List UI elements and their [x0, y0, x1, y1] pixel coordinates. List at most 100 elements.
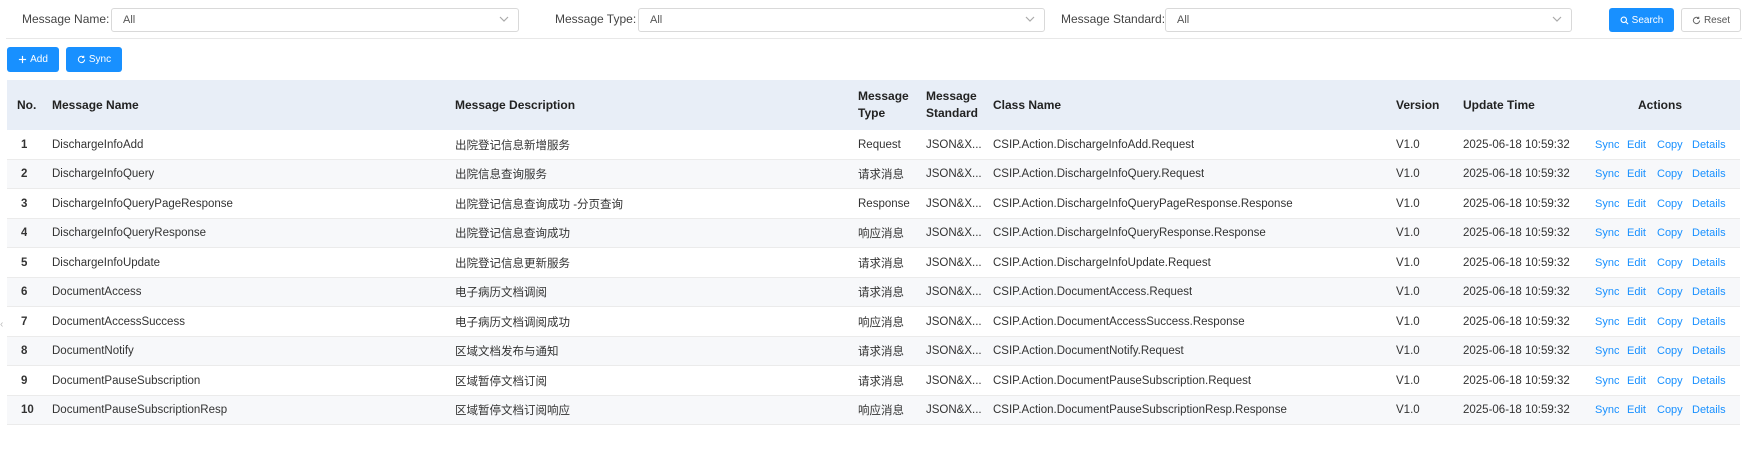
copy-link[interactable]: Copy — [1657, 130, 1683, 159]
cell-message-type: Request — [858, 138, 901, 151]
cell-message-type: 请求消息 — [858, 169, 904, 181]
plus-icon — [18, 55, 27, 64]
message-table: No. Message Name Message Description Mes… — [7, 80, 1740, 425]
message-type-select[interactable]: All — [638, 8, 1045, 32]
cell-update-time: 2025-06-18 10:59:32 — [1463, 404, 1570, 416]
copy-link[interactable]: Copy — [1657, 278, 1683, 307]
cell-no: 8 — [21, 345, 28, 357]
edit-link[interactable]: Edit — [1627, 219, 1646, 248]
edit-link[interactable]: Edit — [1627, 337, 1646, 366]
details-link[interactable]: Details — [1692, 307, 1726, 336]
cell-update-time: 2025-06-18 10:59:32 — [1463, 168, 1570, 180]
chevron-left-icon[interactable]: ‹ — [0, 319, 3, 330]
details-link[interactable]: Details — [1692, 160, 1726, 189]
details-link[interactable]: Details — [1692, 248, 1726, 277]
cell-version: V1.0 — [1396, 168, 1420, 180]
sync-link[interactable]: Sync — [1595, 219, 1619, 248]
reset-label: Reset — [1703, 14, 1731, 26]
cell-class-name: CSIP.Action.DocumentAccess.Request — [993, 286, 1193, 298]
details-link[interactable]: Details — [1692, 366, 1726, 395]
cell-message-type: 请求消息 — [858, 257, 904, 270]
sync-link[interactable]: Sync — [1595, 337, 1619, 366]
edit-link[interactable]: Edit — [1627, 248, 1646, 277]
copy-link[interactable]: Copy — [1657, 219, 1683, 248]
copy-link[interactable]: Copy — [1657, 366, 1683, 395]
sync-link[interactable]: Sync — [1595, 160, 1619, 189]
edit-link[interactable]: Edit — [1627, 160, 1646, 189]
edit-link[interactable]: Edit — [1627, 366, 1646, 395]
table-row: 8 DocumentNotify 区域文档发布与通知 请求消息 JSON&X... CSI… — [7, 336, 1740, 366]
message-standard-value: All — [1177, 14, 1190, 26]
copy-link[interactable]: Copy — [1657, 248, 1683, 277]
cell-version: V1.0 — [1396, 256, 1420, 269]
cell-message-description: 出院登记信息新增服务 — [455, 139, 570, 152]
header-message-type-line1: Message — [858, 89, 909, 103]
message-standard-select[interactable]: All — [1165, 8, 1572, 32]
copy-link[interactable]: Copy — [1657, 337, 1683, 366]
sync-link[interactable]: Sync — [1595, 248, 1619, 277]
cell-version: V1.0 — [1396, 227, 1420, 239]
sync-link[interactable]: Sync — [1595, 366, 1619, 395]
cell-message-description: 出院登记信息查询成功 — [455, 228, 570, 240]
message-name-select[interactable]: All — [111, 8, 519, 32]
cell-message-description: 出院登记信息查询成功 -分页查询 — [455, 198, 624, 211]
cell-version: V1.0 — [1396, 345, 1420, 357]
cell-version: V1.0 — [1396, 197, 1420, 210]
filter-bar: Message Name: All Message Type: All Mess… — [0, 8, 1751, 32]
header-message-name: Message Name — [52, 97, 139, 112]
cell-update-time: 2025-06-18 10:59:32 — [1463, 286, 1570, 298]
message-name-label: Message Name: — [22, 12, 110, 26]
add-button[interactable]: Add — [7, 47, 59, 72]
cell-class-name: CSIP.Action.DischargeInfoQueryPageRespon… — [993, 197, 1293, 210]
copy-link[interactable]: Copy — [1657, 396, 1683, 425]
edit-link[interactable]: Edit — [1627, 189, 1646, 218]
search-button[interactable]: Search — [1609, 8, 1674, 32]
header-version: Version — [1396, 97, 1440, 112]
cell-message-description: 区域暂停文档订阅响应 — [455, 405, 570, 417]
cell-message-type: 响应消息 — [858, 228, 904, 240]
table-row: 3 DischargeInfoQueryPageResponse 出院登记信息查询成… — [7, 189, 1740, 219]
sync-link[interactable]: Sync — [1595, 396, 1619, 425]
edit-link[interactable]: Edit — [1627, 396, 1646, 425]
sync-button[interactable]: Sync — [66, 47, 122, 72]
message-type-label: Message Type: — [555, 12, 637, 26]
header-update-time: Update Time — [1463, 97, 1535, 112]
cell-message-name: DischargeInfoQueryPageResponse — [52, 197, 233, 210]
details-link[interactable]: Details — [1692, 130, 1726, 159]
reset-button[interactable]: Reset — [1681, 8, 1741, 32]
cell-message-name: DischargeInfoQueryResponse — [52, 227, 207, 239]
sync-link[interactable]: Sync — [1595, 307, 1619, 336]
details-link[interactable]: Details — [1692, 278, 1726, 307]
header-message-standard-line1: Message — [926, 89, 977, 103]
cell-message-description: 出院信息查询服务 — [455, 169, 547, 181]
edit-link[interactable]: Edit — [1627, 278, 1646, 307]
cell-class-name: CSIP.Action.DischargeInfoQuery.Request — [993, 168, 1205, 180]
sync-link[interactable]: Sync — [1595, 278, 1619, 307]
header-no: No. — [17, 97, 37, 112]
cell-class-name: CSIP.Action.DocumentPauseSubscription.Re… — [993, 374, 1252, 387]
copy-link[interactable]: Copy — [1657, 189, 1683, 218]
details-link[interactable]: Details — [1692, 396, 1726, 425]
cell-no: 1 — [21, 138, 28, 151]
copy-link[interactable]: Copy — [1657, 307, 1683, 336]
message-standard-label: Message Standard: — [1061, 12, 1166, 26]
edit-link[interactable]: Edit — [1627, 130, 1646, 159]
cell-message-description: 区域文档发布与通知 — [455, 346, 559, 358]
header-message-description: Message Description — [455, 97, 576, 112]
details-link[interactable]: Details — [1692, 219, 1726, 248]
divider — [6, 38, 1742, 39]
cell-update-time: 2025-06-18 10:59:32 — [1463, 256, 1570, 269]
copy-link[interactable]: Copy — [1657, 160, 1683, 189]
search-icon — [1620, 16, 1629, 24]
table-header: No. Message Name Message Description Mes… — [7, 80, 1740, 130]
details-link[interactable]: Details — [1692, 337, 1726, 366]
sync-link[interactable]: Sync — [1595, 130, 1619, 159]
sync-link[interactable]: Sync — [1595, 189, 1619, 218]
message-name-value: All — [123, 14, 136, 26]
cell-no: 7 — [21, 315, 28, 328]
edit-link[interactable]: Edit — [1627, 307, 1646, 336]
details-link[interactable]: Details — [1692, 189, 1726, 218]
cell-message-standard: JSON&X... — [926, 345, 982, 357]
cell-no: 3 — [21, 197, 28, 210]
chevron-down-icon — [499, 16, 509, 22]
